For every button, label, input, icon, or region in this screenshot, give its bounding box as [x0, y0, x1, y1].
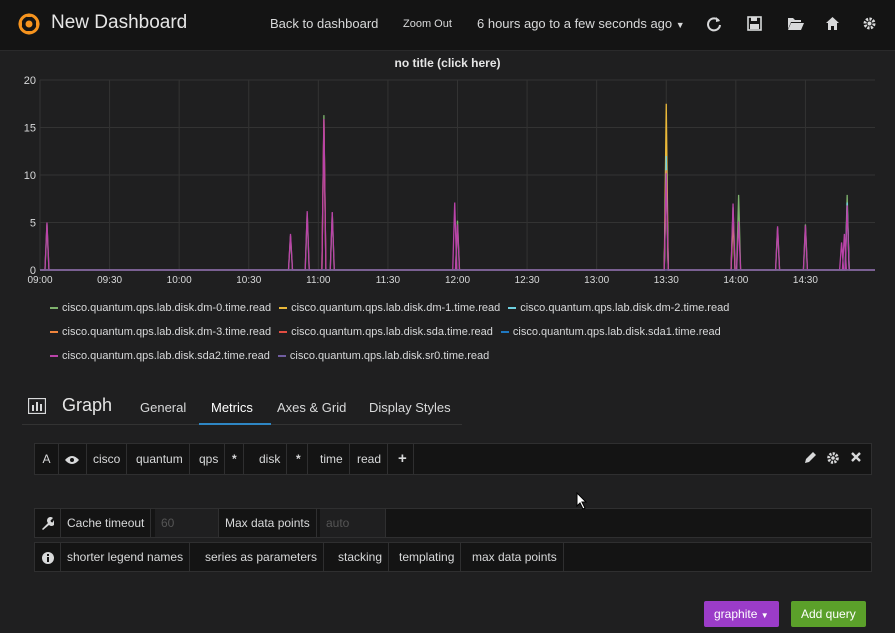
refresh-icon[interactable]	[706, 16, 724, 34]
wrench-icon	[35, 509, 61, 537]
metric-segment[interactable]: quantum	[130, 444, 190, 474]
y-tick-label: 5	[30, 218, 36, 230]
cache-timeout-input[interactable]: 60	[155, 509, 219, 537]
legend-swatch	[50, 331, 58, 334]
gear-icon[interactable]	[862, 16, 880, 34]
legend-label: cisco.quantum.qps.lab.disk.sda.time.read	[291, 326, 493, 338]
save-icon[interactable]	[747, 16, 765, 34]
help-link-max-data-points[interactable]: max data points	[466, 543, 564, 571]
legend-swatch	[277, 355, 286, 358]
x-tick-label: 09:00	[27, 275, 52, 286]
x-tick-label: 13:00	[584, 275, 609, 286]
back-to-dashboard-link[interactable]: Back to dashboard	[270, 16, 378, 31]
time-range-label: 6 hours ago to a few seconds ago	[477, 16, 673, 31]
x-tick-label: 12:30	[515, 275, 540, 286]
cache-timeout-label: Cache timeout	[61, 509, 152, 537]
legend-swatch	[279, 331, 288, 334]
pencil-icon[interactable]	[803, 451, 819, 467]
datasource-dropdown-button[interactable]: graphite ▼	[704, 601, 779, 627]
legend-item[interactable]: cisco.quantum.qps.lab.disk.dm-1.time.rea…	[279, 302, 500, 314]
y-tick-label: 10	[24, 170, 36, 182]
time-range-picker[interactable]: 6 hours ago to a few seconds ago ▼	[477, 16, 685, 31]
legend-item[interactable]: cisco.quantum.qps.lab.disk.sda2.time.rea…	[50, 350, 270, 362]
query-row: A cisco quantum qps * disk * time read +	[34, 443, 872, 475]
tab-general[interactable]: General	[140, 400, 186, 415]
x-tick-label: 10:30	[236, 275, 261, 286]
legend-item[interactable]: cisco.quantum.qps.lab.disk.dm-2.time.rea…	[508, 302, 729, 314]
dashboard-title[interactable]: New Dashboard	[51, 12, 187, 34]
close-icon[interactable]	[850, 451, 866, 467]
x-tick-label: 11:00	[306, 275, 331, 286]
graph-legend: cisco.quantum.qps.lab.disk.dm-0.time.rea…	[50, 300, 870, 372]
home-icon[interactable]	[825, 16, 843, 34]
panel-type-title: Graph	[62, 395, 113, 415]
graph-panel: no title (click here) 0 5 10 15 20 09:00 09:30…	[0, 50, 895, 380]
zoom-out-button[interactable]: Zoom Out	[403, 18, 452, 30]
active-tab-indicator	[199, 423, 271, 425]
help-link-series-as-parameters[interactable]: series as parameters	[199, 543, 325, 571]
x-tick-label: 12:00	[445, 275, 470, 286]
legend-item[interactable]: cisco.quantum.qps.lab.disk.sda.time.read	[279, 326, 493, 338]
metric-segment[interactable]: read	[351, 444, 389, 474]
x-tick-label: 13:30	[654, 275, 679, 286]
help-links-row: shorter legend names series as parameter…	[34, 542, 872, 572]
legend-label: cisco.quantum.qps.lab.disk.dm-2.time.rea…	[520, 302, 730, 314]
caret-down-icon: ▼	[675, 20, 685, 30]
add-query-button[interactable]: Add query	[791, 601, 866, 627]
legend-swatch	[50, 307, 58, 310]
query-ref-letter[interactable]: A	[35, 444, 59, 474]
help-link-shorter-legend-names[interactable]: shorter legend names	[61, 543, 191, 571]
gear-icon[interactable]	[826, 451, 842, 467]
x-tick-label: 10:00	[167, 275, 192, 286]
legend-swatch	[500, 331, 509, 334]
legend-swatch	[508, 307, 517, 310]
cache-options-row: Cache timeout 60 Max data points auto	[34, 508, 872, 538]
metric-segment[interactable]: disk	[253, 444, 288, 474]
x-tick-label: 14:30	[793, 275, 818, 286]
metric-segment[interactable]: qps	[193, 444, 226, 474]
legend-swatch	[279, 307, 288, 310]
top-navbar: New Dashboard Back to dashboard Zoom Out…	[0, 0, 895, 51]
legend-label: cisco.quantum.qps.lab.disk.sr0.time.read	[289, 350, 490, 362]
mouse-cursor-icon	[576, 491, 588, 513]
help-link-stacking[interactable]: stacking	[332, 543, 390, 571]
legend-item[interactable]: cisco.quantum.qps.lab.disk.sr0.time.read	[277, 350, 490, 362]
legend-label: cisco.quantum.qps.lab.disk.sda2.time.rea…	[62, 350, 270, 362]
metric-segment[interactable]: time	[314, 444, 350, 474]
tab-display-styles[interactable]: Display Styles	[369, 400, 451, 415]
x-tick-label: 09:30	[97, 275, 122, 286]
max-data-points-label: Max data points	[219, 509, 317, 537]
legend-row: cisco.quantum.qps.lab.disk.sda2.time.rea…	[50, 348, 870, 372]
legend-row: cisco.quantum.qps.lab.disk.dm-0.time.rea…	[50, 300, 870, 324]
y-tick-label: 15	[24, 123, 36, 135]
legend-item[interactable]: cisco.quantum.qps.lab.disk.dm-3.time.rea…	[50, 326, 271, 338]
metric-segment-wildcard[interactable]: *	[226, 444, 244, 474]
legend-row: cisco.quantum.qps.lab.disk.dm-3.time.rea…	[50, 324, 870, 348]
legend-item[interactable]: cisco.quantum.qps.lab.disk.dm-0.time.rea…	[50, 302, 271, 314]
legend-label: cisco.quantum.qps.lab.disk.dm-0.time.rea…	[62, 302, 272, 314]
x-tick-label: 11:30	[376, 275, 401, 286]
folder-open-icon[interactable]	[787, 16, 805, 34]
x-tick-label: 14:00	[723, 275, 748, 286]
legend-label: cisco.quantum.qps.lab.disk.dm-1.time.rea…	[291, 302, 501, 314]
help-link-templating[interactable]: templating	[393, 543, 462, 571]
y-tick-label: 20	[24, 75, 36, 87]
add-segment-button[interactable]: +	[392, 444, 414, 474]
legend-swatch	[50, 355, 58, 358]
legend-label: cisco.quantum.qps.lab.disk.dm-3.time.rea…	[62, 326, 272, 338]
datasource-label: graphite	[714, 607, 758, 621]
tab-metrics[interactable]: Metrics	[211, 400, 253, 415]
bar-chart-icon	[27, 397, 47, 415]
legend-item[interactable]: cisco.quantum.qps.lab.disk.sda1.time.rea…	[500, 326, 721, 338]
info-icon	[35, 543, 61, 571]
legend-label: cisco.quantum.qps.lab.disk.sda1.time.rea…	[512, 326, 721, 338]
eye-icon[interactable]	[59, 444, 87, 474]
tab-axes-grid[interactable]: Axes & Grid	[277, 400, 346, 415]
metric-segment-wildcard[interactable]: *	[290, 444, 308, 474]
grafana-logo-icon[interactable]	[18, 13, 40, 35]
metric-segment[interactable]: cisco	[87, 444, 128, 474]
caret-down-icon: ▼	[760, 611, 769, 620]
max-data-points-input[interactable]: auto	[320, 509, 386, 537]
panel-editor-header: Graph General Metrics Axes & Grid Displa…	[22, 390, 462, 425]
